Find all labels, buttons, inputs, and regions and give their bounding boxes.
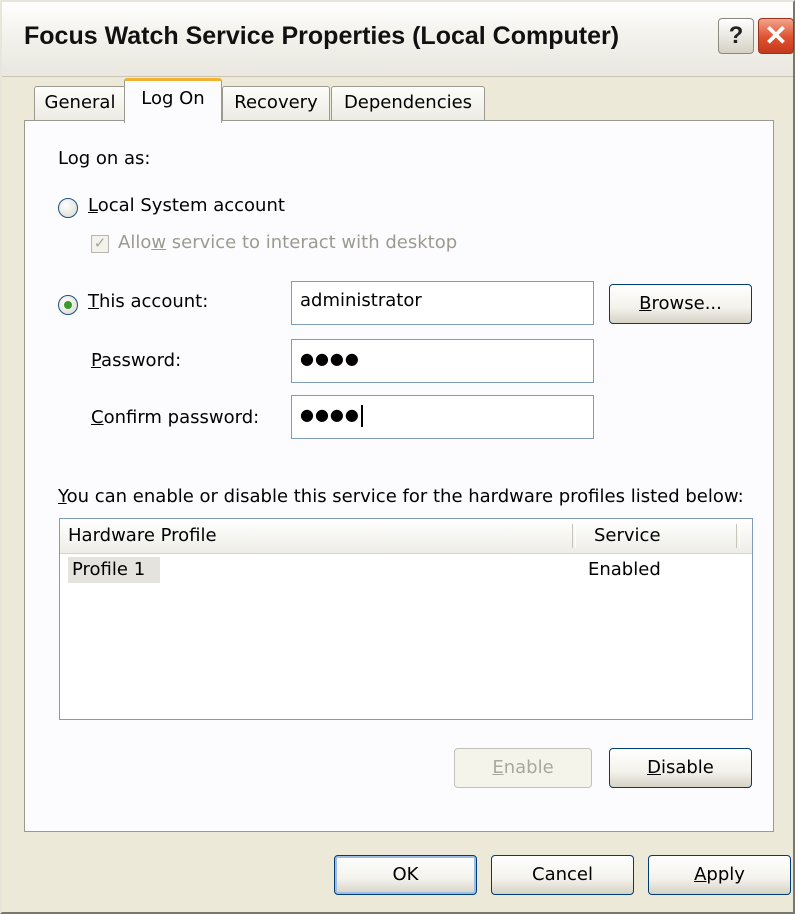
tab-log-on[interactable]: Log On [124,78,222,123]
hardware-profiles-list[interactable]: Hardware Profile Service Profile 1 Enabl… [59,518,753,720]
disable-label: isable [660,757,714,778]
interact-desktop-mnemonic: w [151,232,167,253]
list-header: Hardware Profile Service [60,519,752,554]
column-divider[interactable] [572,524,576,548]
confirm-password-mnemonic: C [91,407,104,428]
table-row[interactable]: Profile 1 Enabled [60,555,752,585]
browse-label: rowse... [651,293,722,314]
confirm-password-label: Confirm password: [91,407,259,428]
enable-label: nable [503,757,554,778]
this-account-radio[interactable] [58,295,78,315]
service-properties-dialog: Focus Watch Service Properties (Local Co… [0,0,795,914]
account-name-field[interactable]: administrator [291,281,594,325]
this-account-label[interactable]: This account: [88,291,208,312]
tab-log-on-label: Log On [141,88,205,109]
this-account-mnemonic: T [88,291,99,312]
disable-button[interactable]: Disable [609,748,752,788]
interact-desktop-text-post: service to interact with desktop [166,232,458,253]
enable-mnemonic: E [492,757,504,778]
disable-mnemonic: D [647,757,661,778]
apply-label: pply [706,864,745,885]
browse-mnemonic: B [639,293,652,314]
password-label: Password: [91,350,181,371]
tab-dependencies[interactable]: Dependencies [331,86,485,120]
apply-mnemonic: A [694,864,707,885]
log-on-tab-panel [24,120,774,832]
help-button[interactable]: ? [718,18,754,54]
column-divider[interactable] [736,524,740,548]
checkmark-icon: ✓ [93,234,107,252]
text-caret [360,404,363,427]
column-service[interactable]: Service [594,525,661,546]
profile-name-cell: Profile 1 [72,559,146,580]
radio-selected-dot [64,301,72,309]
local-system-radio[interactable] [58,198,78,218]
tab-dependencies-label: Dependencies [343,92,473,113]
interact-desktop-label[interactable]: Allow service to interact with desktop [118,232,457,253]
hardware-profiles-text: ou can enable or disable this service fo… [66,486,744,507]
password-text: assword: [101,350,182,371]
service-status-cell: Enabled [588,559,661,580]
tab-general-label: General [44,92,116,113]
close-button[interactable]: ✕ [758,18,794,54]
ok-button[interactable]: OK [334,855,477,895]
tab-recovery[interactable]: Recovery [222,86,330,120]
log-on-as-label: Log on as: [58,148,151,169]
this-account-text: his account: [99,291,209,312]
interact-desktop-checkbox[interactable]: ✓ [91,235,109,253]
local-system-text: ocal System account [97,195,285,216]
hardware-profiles-instruction: You can enable or disable this service f… [58,486,744,507]
confirm-password-value: ●●●● [300,405,360,424]
hardware-profiles-mnemonic: Y [58,486,67,507]
apply-button[interactable]: Apply [648,855,791,895]
tab-recovery-label: Recovery [234,92,318,113]
password-mnemonic: P [91,350,102,371]
browse-button[interactable]: Browse... [609,284,752,324]
title-bar[interactable]: Focus Watch Service Properties (Local Co… [2,2,794,77]
tab-general[interactable]: General [34,86,126,120]
column-hardware-profile[interactable]: Hardware Profile [68,525,217,546]
local-system-mnemonic: L [88,195,98,216]
interact-desktop-text-pre: Allo [118,232,152,253]
confirm-password-field[interactable]: ●●●● [291,395,594,439]
enable-button[interactable]: Enable [454,748,592,788]
close-icon: ✕ [764,20,788,51]
help-icon: ? [728,22,744,49]
window-title: Focus Watch Service Properties (Local Co… [24,22,620,50]
local-system-label[interactable]: Local System account [88,195,285,216]
cancel-button[interactable]: Cancel [491,855,634,895]
password-field[interactable]: ●●●● [291,339,594,383]
confirm-password-text: onfirm password: [103,407,260,428]
